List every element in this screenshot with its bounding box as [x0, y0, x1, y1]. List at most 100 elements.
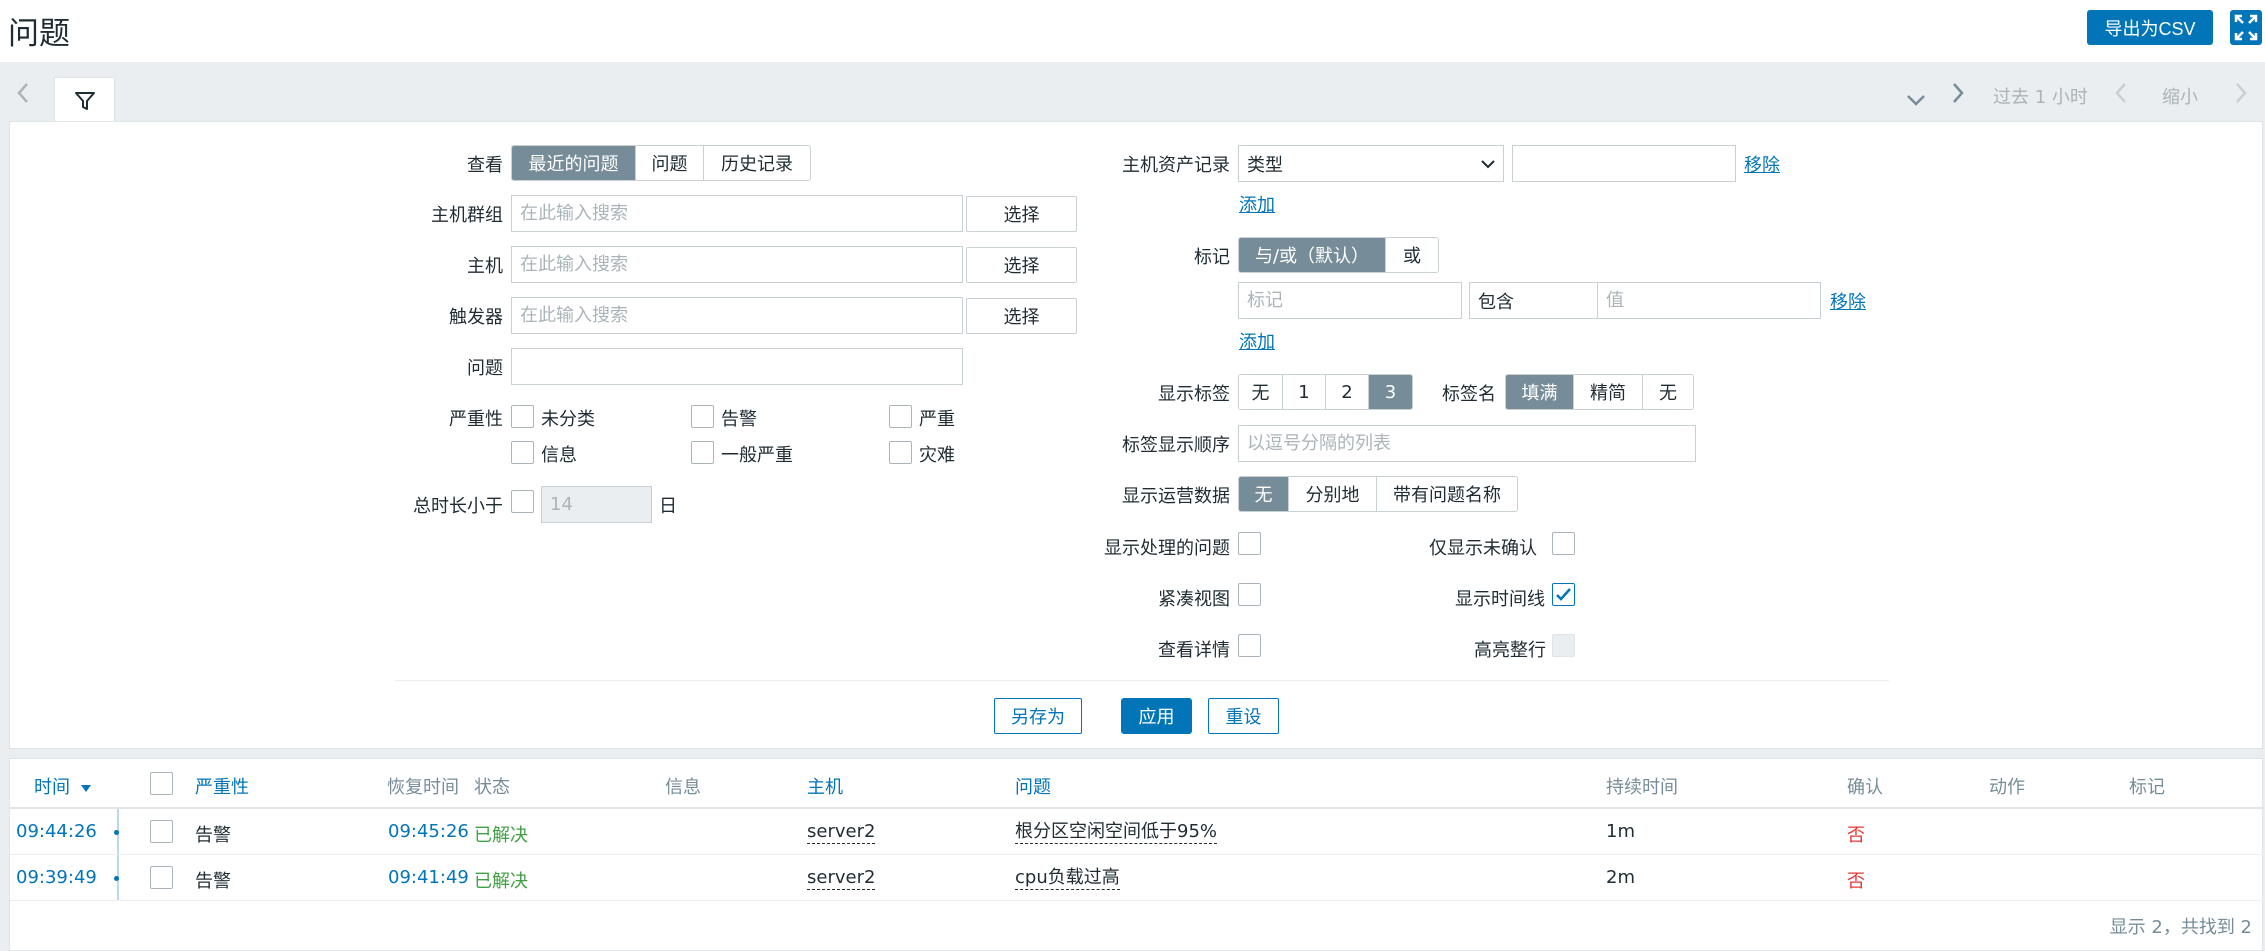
show-tags-selector: 无 1 2 3 — [1238, 374, 1413, 410]
inventory-label: 主机资产记录 — [1122, 155, 1230, 176]
tag-remove-link[interactable]: 移除 — [1830, 288, 1866, 314]
inventory-value-input[interactable] — [1512, 145, 1736, 182]
tag-name-option-short[interactable]: 精简 — [1574, 375, 1643, 409]
row-host[interactable]: server2 — [807, 821, 876, 844]
view-label: 查看 — [467, 155, 503, 176]
trigger-select-button[interactable]: 选择 — [966, 298, 1077, 334]
filter-tabbar: 过去 1 小时 缩小 — [0, 62, 2265, 123]
tag-add-link[interactable]: 添加 — [1239, 328, 1275, 354]
tag-name-option-none[interactable]: 无 — [1643, 375, 1693, 409]
show-tags-option-2[interactable]: 2 — [1326, 375, 1369, 409]
severity-label-high: 严重 — [919, 409, 955, 430]
page-header: 问题 导出为CSV — [0, 0, 2265, 62]
problems-table: 时间 严重性 恢复时间 状态 信息 主机 问题 持续时间 确认 动作 标记 09… — [9, 758, 2264, 951]
column-severity[interactable]: 严重性 — [195, 773, 249, 799]
row-problem[interactable]: cpu负载过高 — [1015, 867, 1120, 890]
severity-checkbox-information[interactable] — [511, 441, 534, 464]
show-tags-option-none[interactable]: 无 — [1239, 375, 1283, 409]
inventory-remove-link[interactable]: 移除 — [1744, 151, 1780, 177]
inventory-add-link[interactable]: 添加 — [1239, 191, 1275, 217]
row-checkbox[interactable] — [150, 866, 173, 889]
tab-time-range[interactable]: 过去 1 小时 — [1993, 83, 2088, 109]
view-option-history[interactable]: 历史记录 — [704, 146, 810, 180]
severity-checkbox-high[interactable] — [889, 405, 912, 428]
zoom-out-button: 缩小 — [2162, 87, 2198, 108]
host-input[interactable] — [511, 246, 963, 283]
column-time[interactable]: 时间 — [34, 773, 92, 799]
hostgroup-select-button[interactable]: 选择 — [966, 196, 1077, 232]
age-unit: 日 — [659, 496, 677, 517]
apply-button[interactable]: 应用 — [1121, 698, 1192, 734]
filter-divider — [395, 680, 1889, 681]
table-row: 09:39:49 告警 09:41:49 已解决 server2 cpu负载过高… — [10, 855, 2264, 901]
show-tags-option-1[interactable]: 1 — [1283, 375, 1326, 409]
row-checkbox[interactable] — [150, 820, 173, 843]
hostgroup-input[interactable] — [511, 195, 963, 232]
column-problem[interactable]: 问题 — [1015, 773, 1051, 799]
tag-name-option-full[interactable]: 填满 — [1506, 375, 1574, 409]
compact-view-checkbox[interactable] — [1238, 583, 1261, 606]
problem-input[interactable] — [511, 348, 963, 385]
tag-priority-input[interactable] — [1238, 425, 1696, 462]
opdata-selector: 无 分别地 带有问题名称 — [1238, 476, 1518, 512]
severity-checkbox-not-classified[interactable] — [511, 405, 534, 428]
hostgroup-label: 主机群组 — [431, 205, 503, 226]
row-ack[interactable]: 否 — [1847, 821, 1865, 847]
tag-name-input[interactable] — [1238, 282, 1462, 319]
fullscreen-icon — [2234, 14, 2258, 41]
view-option-recent[interactable]: 最近的问题 — [512, 146, 636, 180]
row-problem[interactable]: 根分区空闲空间低于95% — [1015, 821, 1218, 844]
row-duration: 2m — [1606, 867, 1635, 888]
column-host[interactable]: 主机 — [807, 773, 843, 799]
opdata-option-none[interactable]: 无 — [1239, 477, 1289, 511]
row-ack[interactable]: 否 — [1847, 867, 1865, 893]
tags-option-or[interactable]: 或 — [1386, 238, 1438, 272]
host-select-button[interactable]: 选择 — [966, 247, 1077, 283]
inventory-field-value: 类型 — [1247, 154, 1283, 176]
highlight-row-checkbox — [1552, 634, 1575, 657]
save-as-button[interactable]: 另存为 — [994, 698, 1082, 734]
tags-evaltype-selector: 与/或（默认） 或 — [1238, 237, 1439, 273]
show-timeline-checkbox[interactable] — [1552, 583, 1575, 606]
severity-label-warning: 告警 — [721, 409, 757, 430]
row-recovery-time[interactable]: 09:45:26 — [388, 821, 469, 842]
age-checkbox[interactable] — [511, 490, 534, 513]
chevron-left-icon[interactable] — [16, 82, 30, 109]
row-status: 已解决 — [474, 825, 528, 846]
filter-icon — [74, 91, 95, 110]
export-csv-button[interactable]: 导出为CSV — [2087, 10, 2213, 45]
timeline-dot — [114, 876, 119, 881]
trigger-input[interactable] — [511, 297, 963, 334]
opdata-option-with-name[interactable]: 带有问题名称 — [1377, 477, 1517, 511]
tag-value-input[interactable] — [1597, 282, 1821, 319]
show-details-checkbox[interactable] — [1238, 634, 1261, 657]
row-host[interactable]: server2 — [807, 867, 876, 890]
select-all-checkbox[interactable] — [150, 772, 173, 795]
row-time[interactable]: 09:44:26 — [16, 821, 97, 842]
inventory-field-select[interactable]: 类型 — [1238, 145, 1504, 182]
chevron-down-icon[interactable] — [1906, 86, 1926, 112]
severity-checkbox-warning[interactable] — [691, 405, 714, 428]
show-timeline-label: 显示时间线 — [1455, 589, 1545, 610]
reset-button[interactable]: 重设 — [1208, 698, 1279, 734]
column-recovery-time: 恢复时间 — [387, 777, 459, 798]
show-tags-option-3[interactable]: 3 — [1369, 375, 1412, 409]
tag-name-format-label: 标签名 — [1442, 384, 1496, 405]
show-suppressed-label: 显示处理的问题 — [1104, 538, 1230, 559]
tags-option-and-or[interactable]: 与/或（默认） — [1239, 238, 1386, 272]
show-suppressed-checkbox[interactable] — [1238, 532, 1261, 555]
view-option-problems[interactable]: 问题 — [636, 146, 704, 180]
highlight-row-label: 高亮整行 — [1474, 640, 1546, 661]
severity-label-average: 一般严重 — [721, 445, 793, 466]
opdata-option-separately[interactable]: 分别地 — [1289, 477, 1377, 511]
unack-only-checkbox[interactable] — [1552, 532, 1575, 555]
severity-checkbox-average[interactable] — [691, 441, 714, 464]
severity-label: 严重性 — [449, 409, 503, 430]
chevron-right-icon[interactable] — [1951, 82, 1965, 109]
row-time[interactable]: 09:39:49 — [16, 867, 97, 888]
fullscreen-button[interactable] — [2230, 10, 2262, 45]
row-recovery-time[interactable]: 09:41:49 — [388, 867, 469, 888]
tab-filter[interactable] — [54, 77, 115, 123]
chevron-down-icon — [1481, 159, 1495, 168]
severity-checkbox-disaster[interactable] — [889, 441, 912, 464]
